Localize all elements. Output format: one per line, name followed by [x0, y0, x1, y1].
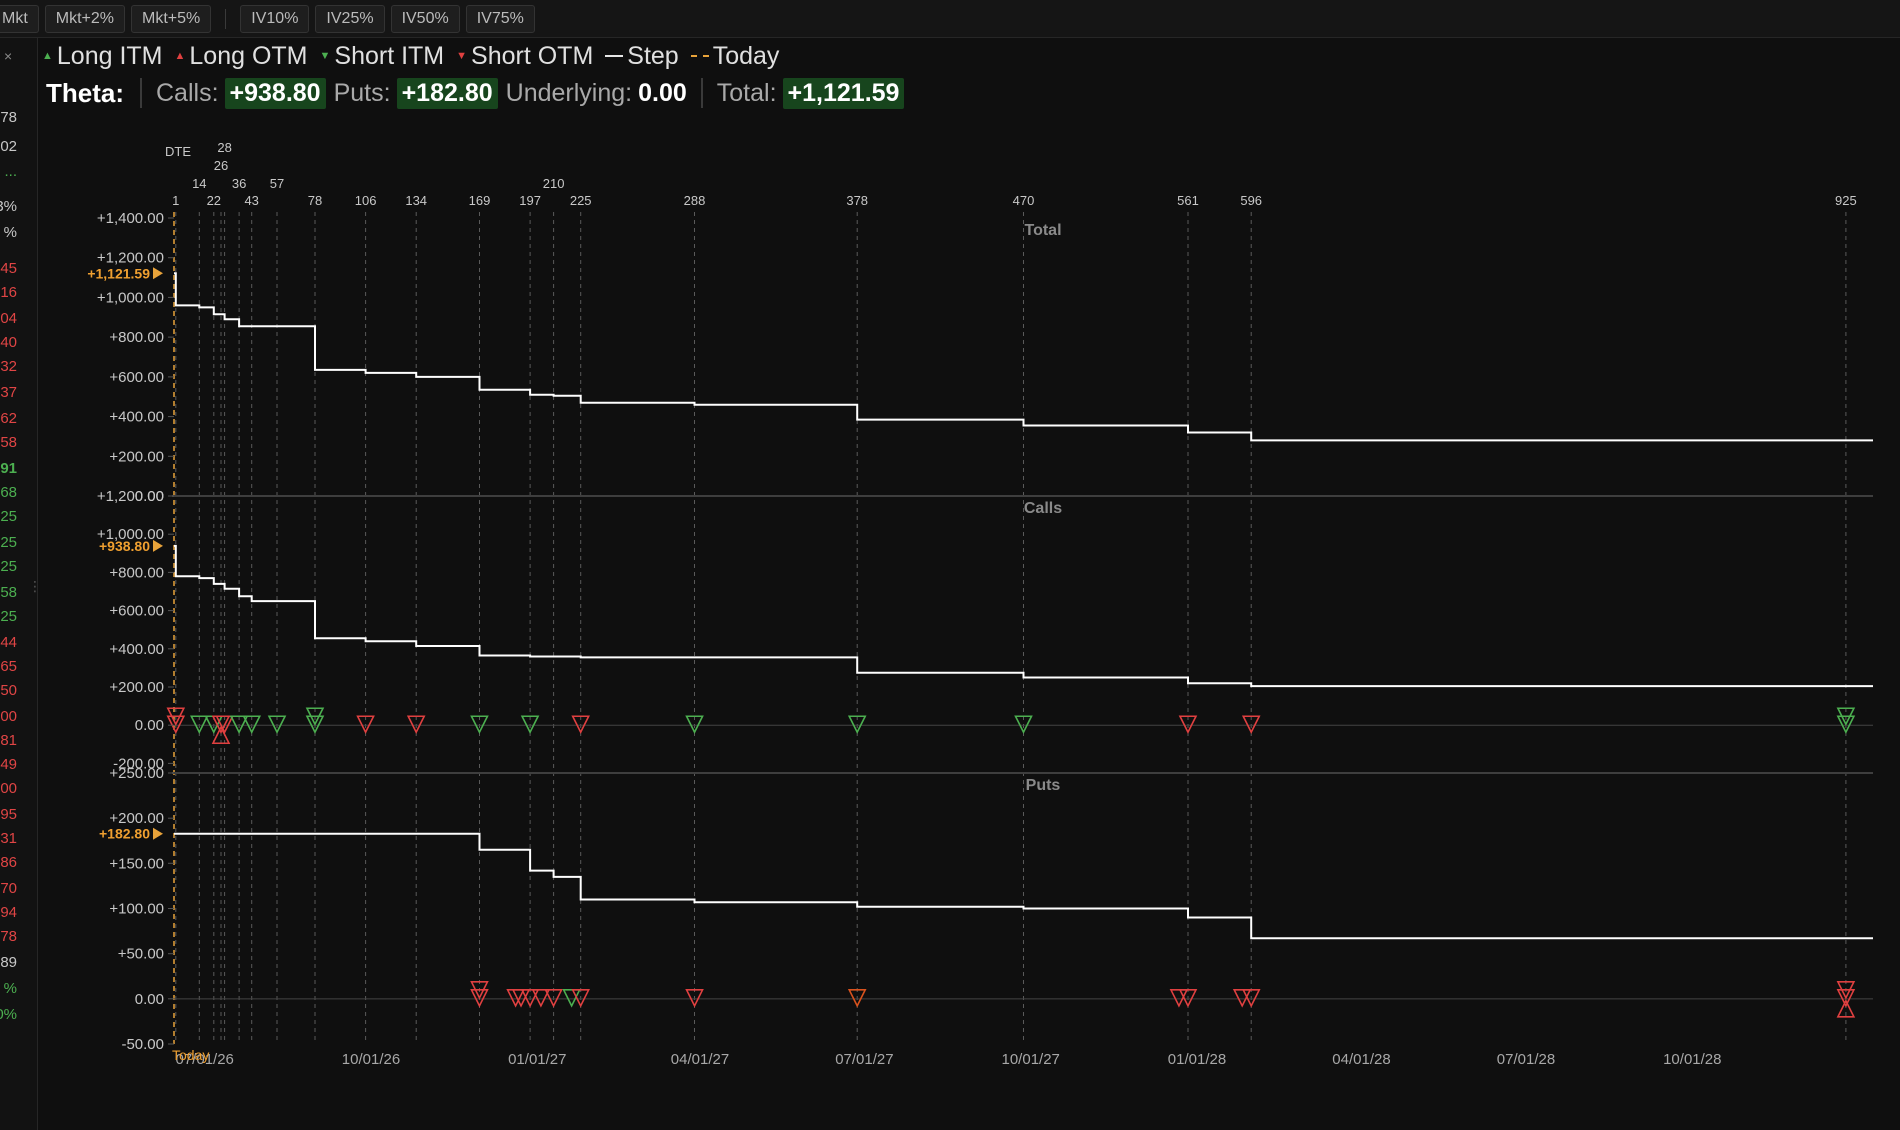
- y-tick-label: +400.00: [109, 641, 164, 658]
- y-tick-label: +50.00: [118, 946, 164, 963]
- dte-tick-label: 57: [270, 176, 284, 191]
- date-tick-label: 07/01/28: [1497, 1051, 1555, 1068]
- dte-tick-label: 378: [846, 193, 868, 208]
- y-tick-label: -50.00: [121, 1036, 164, 1053]
- dte-tick-label: 210: [543, 176, 565, 191]
- current-value-label: +938.80: [99, 538, 150, 554]
- dte-tick-label: 925: [1835, 193, 1857, 208]
- dte-tick-label: 14: [192, 176, 206, 191]
- dte-header-label: DTE: [165, 144, 191, 159]
- dte-tick-label: 43: [244, 193, 258, 208]
- y-tick-label: +1,000.00: [97, 289, 164, 306]
- dte-tick-label: 22: [207, 193, 221, 208]
- y-tick-label: +600.00: [109, 603, 164, 620]
- markers-layer: [166, 707, 1856, 1018]
- panel-title: Total: [1024, 222, 1061, 239]
- y-tick-label: +1,200.00: [97, 488, 164, 505]
- y-tick-label: 0.00: [135, 991, 164, 1008]
- dte-tick-label: 26: [214, 158, 228, 173]
- date-tick-label: 01/01/28: [1168, 1051, 1226, 1068]
- date-tick-label: 04/01/27: [671, 1051, 729, 1068]
- current-value-label: +1,121.59: [87, 265, 150, 281]
- y-tick-label: +150.00: [109, 855, 164, 872]
- y-tick-label: +200.00: [109, 679, 164, 696]
- panel-title: Calls: [1024, 500, 1062, 517]
- y-tick-label: +1,400.00: [97, 210, 164, 227]
- panel-title: Puts: [1026, 777, 1061, 794]
- axes-layer: DTE 1 1422 26 28 36 43 57 78 106 134 169 197210 225 28…: [87, 140, 1856, 1068]
- date-tick-label: 10/01/28: [1663, 1051, 1721, 1068]
- current-value-arrow-icon: [153, 267, 163, 280]
- dte-tick-label: 470: [1013, 193, 1035, 208]
- date-tick-label: 10/01/27: [1002, 1051, 1060, 1068]
- y-tick-label: +200.00: [109, 448, 164, 465]
- theta-chart[interactable]: DTE 1 1422 26 28 36 43 57 78 106 134 169 197210 225 28…: [0, 0, 1900, 1130]
- y-tick-label: +600.00: [109, 369, 164, 386]
- dte-tick-label: 36: [232, 176, 246, 191]
- dte-tick-label: 288: [684, 193, 706, 208]
- y-tick-label: +800.00: [109, 564, 164, 581]
- dte-tick-label: 197: [519, 193, 541, 208]
- dte-tick-label: 1: [172, 193, 179, 208]
- date-tick-label: 10/01/26: [342, 1051, 400, 1068]
- date-tick-label: 01/01/27: [508, 1051, 566, 1068]
- dte-tick-label: 28: [217, 140, 231, 155]
- dte-tick-label: 225: [570, 193, 592, 208]
- theta-chart-window: Mkt Mkt+2% Mkt+5% IV10% IV25% IV50% IV75…: [0, 0, 1900, 1130]
- date-tick-label: 07/01/27: [835, 1051, 893, 1068]
- today-label: Today: [172, 1047, 209, 1063]
- date-tick-label: 04/01/28: [1332, 1051, 1390, 1068]
- dte-tick-label: 561: [1177, 193, 1199, 208]
- current-value-label: +182.80: [99, 826, 150, 842]
- dte-tick-label: 78: [308, 193, 322, 208]
- y-tick-label: +800.00: [109, 329, 164, 346]
- y-tick-label: +400.00: [109, 409, 164, 426]
- y-tick-label: +1,200.00: [97, 250, 164, 267]
- y-tick-label: 0.00: [135, 717, 164, 734]
- short-position-marker-icon: [506, 989, 525, 1008]
- dte-tick-label: 134: [405, 193, 427, 208]
- y-tick-label: +200.00: [109, 810, 164, 827]
- grid-layer: [172, 212, 1873, 1044]
- current-value-arrow-icon: [153, 827, 163, 840]
- dte-tick-label: 169: [469, 193, 491, 208]
- y-tick-label: +250.00: [109, 765, 164, 782]
- y-tick-label: +100.00: [109, 901, 164, 918]
- dte-tick-label: 596: [1240, 193, 1262, 208]
- dte-tick-label: 106: [355, 193, 377, 208]
